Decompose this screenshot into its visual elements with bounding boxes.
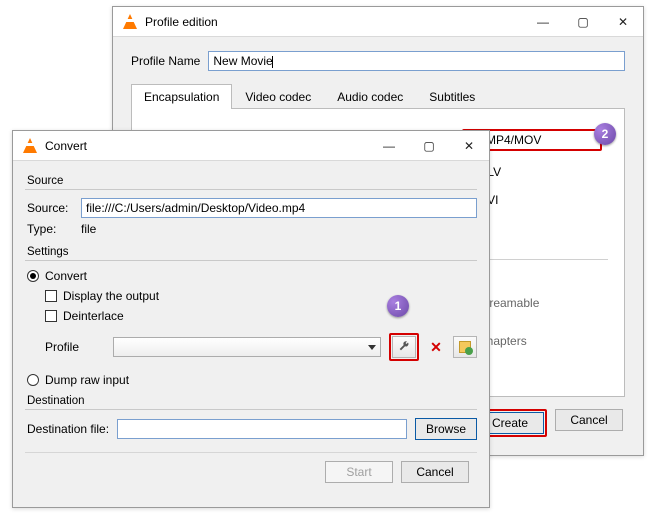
titlebar[interactable]: Profile edition — ▢ ✕ [113, 7, 643, 37]
close-button[interactable]: ✕ [603, 8, 643, 36]
dest-label: Destination file: [27, 422, 109, 436]
checkbox-icon [45, 310, 57, 322]
tab-bar: Encapsulation Video codec Audio codec Su… [131, 83, 625, 109]
wrench-icon [398, 341, 410, 353]
radio-label: Convert [45, 269, 87, 283]
group-settings: Settings [27, 246, 477, 258]
radio-icon [27, 374, 39, 386]
x-icon: ✕ [430, 340, 442, 354]
new-profile-button[interactable] [453, 336, 477, 358]
checkbox-display-output[interactable]: Display the output [45, 289, 477, 303]
radio-label: Dump raw input [45, 373, 129, 387]
profile-dropdown[interactable] [113, 337, 381, 357]
start-button[interactable]: Start [325, 461, 393, 483]
tab-subtitles[interactable]: Subtitles [416, 84, 488, 109]
destination-input[interactable] [117, 419, 407, 439]
checkbox-label: Deinterlace [63, 309, 124, 323]
profile-label: Profile [45, 340, 105, 354]
vlc-cone-icon [21, 137, 39, 155]
maximize-button[interactable]: ▢ [563, 8, 603, 36]
source-input[interactable]: file:///C:/Users/admin/Desktop/Video.mp4 [81, 198, 477, 218]
convert-window: Convert — ▢ ✕ Source Source: file:///C:/… [12, 130, 490, 508]
type-label: Type: [27, 222, 73, 236]
window-title: Profile edition [145, 15, 218, 29]
titlebar[interactable]: Convert — ▢ ✕ [13, 131, 489, 161]
callout-2: 2 [594, 123, 616, 145]
vlc-cone-icon [121, 13, 139, 31]
type-value: file [81, 222, 96, 236]
tab-encapsulation[interactable]: Encapsulation [131, 84, 232, 109]
radio-label: MP4/MOV [486, 133, 541, 147]
minimize-button[interactable]: — [523, 8, 563, 36]
tab-audio-codec[interactable]: Audio codec [324, 84, 416, 109]
delete-profile-button[interactable]: ✕ [427, 336, 445, 358]
maximize-button[interactable]: ▢ [409, 132, 449, 160]
chevron-down-icon [368, 345, 376, 350]
new-profile-icon [459, 341, 471, 353]
radio-dump-raw[interactable]: Dump raw input [27, 373, 477, 387]
profile-name-label: Profile Name [131, 54, 200, 68]
checkbox-deinterlace[interactable]: Deinterlace [45, 309, 477, 323]
checkbox-label: Display the output [63, 289, 159, 303]
browse-button[interactable]: Browse [415, 418, 477, 440]
profile-name-input[interactable]: New Movie [208, 51, 625, 71]
cancel-button[interactable]: Cancel [401, 461, 469, 483]
window-title: Convert [45, 139, 87, 153]
minimize-button[interactable]: — [369, 132, 409, 160]
tab-video-codec[interactable]: Video codec [232, 84, 324, 109]
group-destination: Destination [27, 395, 477, 407]
group-source: Source [27, 175, 477, 187]
edit-profile-button[interactable] [392, 336, 416, 358]
callout-1: 1 [387, 295, 409, 317]
close-button[interactable]: ✕ [449, 132, 489, 160]
cancel-button[interactable]: Cancel [555, 409, 623, 431]
source-label: Source: [27, 201, 73, 215]
radio-convert[interactable]: Convert [27, 269, 477, 283]
checkbox-icon [45, 290, 57, 302]
radio-icon [27, 270, 39, 282]
